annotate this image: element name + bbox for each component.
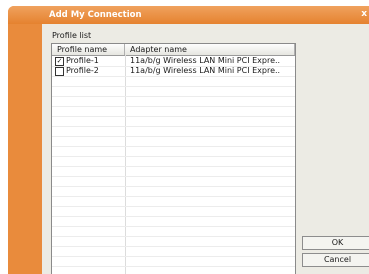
dialog-body: Profile list Profile name Adapter name ✓… [42, 24, 369, 274]
profile-name-cell: Profile-1 [66, 56, 99, 65]
profile-checkbox[interactable]: ✓ [55, 57, 64, 66]
profile-list-label: Profile list [52, 31, 92, 40]
empty-row [52, 266, 295, 274]
cancel-button[interactable]: Cancel [302, 253, 369, 267]
column-header-adapter-name[interactable]: Adapter name [125, 44, 295, 55]
adapter-name-cell: 11a/b/g Wireless LAN Mini PCI Expre.. [130, 66, 281, 75]
profile-name-cell: Profile-2 [66, 66, 99, 75]
adapter-name-cell: 11a/b/g Wireless LAN Mini PCI Expre.. [130, 56, 281, 65]
column-header-profile-name[interactable]: Profile name [52, 44, 125, 55]
ok-button[interactable]: OK [302, 236, 369, 250]
profile-list[interactable]: Profile name Adapter name ✓ Profile-1 11a/… [51, 43, 296, 274]
add-my-connection-window: Add My Connection x Profile list Profile… [8, 6, 369, 274]
close-icon[interactable]: x [361, 9, 367, 19]
list-header: Profile name Adapter name [52, 44, 295, 56]
profile-checkbox[interactable] [55, 67, 64, 76]
title-bar[interactable]: Add My Connection x [8, 6, 369, 24]
window-title: Add My Connection [49, 10, 142, 20]
